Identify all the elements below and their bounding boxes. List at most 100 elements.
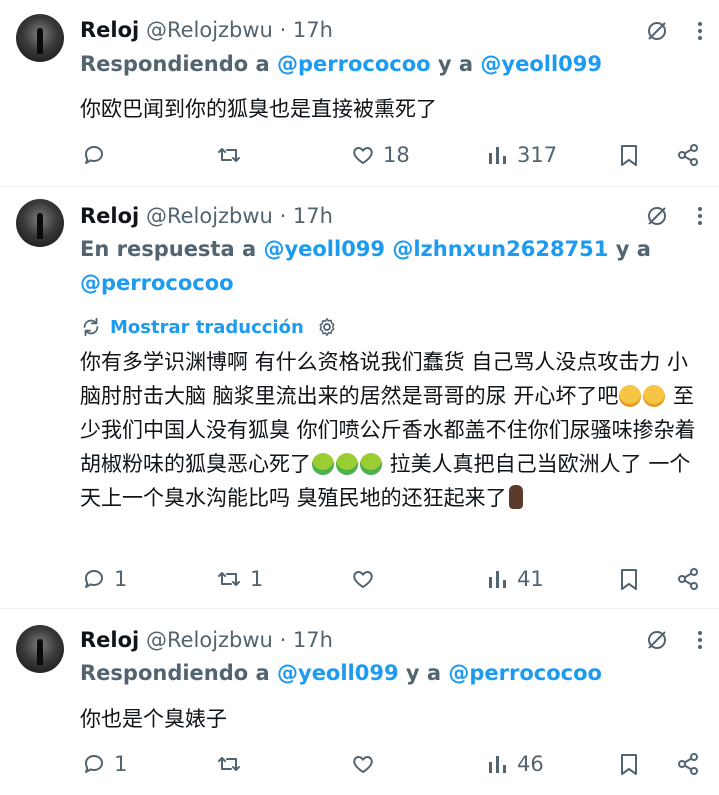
tweet-header: Reloj @Relojzbwu · 17h [80,202,333,230]
reply-icon [85,146,103,164]
tweet-header: Reloj @Relojzbwu · 17h [80,16,333,44]
replying-to-label: Respondiendo a [80,661,277,685]
grok-icon[interactable] [645,19,669,47]
mention-link[interactable]: @perrococoo [448,661,602,685]
reply-count: 1 [114,567,128,591]
grok-icon[interactable] [645,628,669,656]
more-options-icon[interactable] [697,629,703,655]
analytics-icon [489,147,506,164]
tweet-text: 你欧巴闻到你的狐臭也是直接被熏死了 [80,97,437,121]
vomit-emoji-icon [336,453,358,475]
bookmark-icon [621,569,637,590]
mention-link[interactable]: @yeoll099 [277,661,399,685]
bookmark-button[interactable] [619,749,639,779]
share-button[interactable] [676,749,700,779]
mention-link[interactable]: @yeoll099 [480,52,602,76]
replying-to: Respondiendo a @perrococoo y a @yeoll099 [80,47,602,81]
action-bar: 1 1 41 [80,564,702,594]
analytics-icon [489,756,506,773]
mention-link[interactable]: @lzhnxun2628751 [392,237,608,261]
views-button[interactable]: 41 [487,564,544,594]
bookmark-icon [621,754,637,775]
tweet-text-part: 你有多学识渊博啊 有什么资格说我们蠢货 自己骂人没点攻击力 小脑肘肘击大脑 脑浆… [80,350,689,408]
replying-to-conjunction: y a [430,52,481,76]
bookmark-icon [621,145,637,166]
action-bar: 18 317 [80,140,702,170]
tweet-text: 你也是个臭婊子 [80,707,227,731]
tweet-top-icons [645,203,703,233]
analytics-icon [489,571,506,588]
share-icon [678,753,698,775]
display-name[interactable]: Reloj [80,628,139,652]
reply-icon [85,755,103,773]
share-button[interactable] [676,564,700,594]
replying-to-label: En respuesta a [80,237,264,261]
replying-to-label: Respondiendo a [80,52,277,76]
user-handle[interactable]: @Relojzbwu [146,628,273,652]
bookmark-button[interactable] [619,140,639,170]
reply-button[interactable]: 1 [82,749,127,779]
like-button[interactable] [351,564,383,594]
views-button[interactable]: 317 [487,140,557,170]
replying-to: En respuesta a @yeoll099 @lzhnxun2628751… [80,232,700,300]
tweet-text: 你有多学识渊博啊 有什么资格说我们蠢货 自己骂人没点攻击力 小脑肘肘击大脑 脑浆… [80,345,702,515]
retweet-icon [218,148,240,162]
mention-link[interactable]: @yeoll099 [263,237,385,261]
share-button[interactable] [676,140,700,170]
like-count: 18 [383,143,410,167]
replying-to-conjunction: y a [608,237,651,261]
translate-label: Mostrar traducción [110,316,304,338]
views-button[interactable]: 46 [487,749,544,779]
reply-icon [85,570,103,588]
replying-to: Respondiendo a @yeoll099 y a @perrococoo [80,656,602,690]
tweet[interactable]: Reloj @Relojzbwu · 17h Respondiendo a @p… [0,0,719,186]
reply-button[interactable]: 1 [82,564,127,594]
timestamp[interactable]: · 17h [280,18,333,42]
vomit-emoji-icon [312,453,334,475]
retweet-icon [218,572,240,586]
retweet-button[interactable]: 1 [216,564,263,594]
like-button[interactable] [351,749,383,779]
heart-icon [353,756,373,773]
avatar[interactable] [16,625,64,673]
share-icon [678,568,698,590]
heart-icon [353,147,373,164]
view-count: 46 [517,752,544,776]
like-button[interactable]: 18 [351,140,410,170]
vomit-emoji-icon [360,453,382,475]
grok-icon[interactable] [645,204,669,232]
timestamp[interactable]: · 17h [280,628,333,652]
retweet-button[interactable] [216,140,250,170]
rofl-emoji-icon [619,385,642,407]
reply-button[interactable] [82,140,114,170]
display-name[interactable]: Reloj [80,204,139,228]
bookmark-button[interactable] [619,564,639,594]
more-options-icon[interactable] [697,205,703,231]
translate-icon [83,317,99,337]
avatar[interactable] [16,199,64,247]
display-name[interactable]: Reloj [80,18,139,42]
retweet-count: 1 [250,567,264,591]
avatar[interactable] [16,14,64,62]
heart-icon [353,571,373,588]
reply-count: 1 [114,752,128,776]
tweet[interactable]: Reloj @Relojzbwu · 17h Respondiendo a @y… [0,609,719,795]
retweet-icon [218,757,240,771]
share-icon [678,144,698,166]
tweet-header: Reloj @Relojzbwu · 17h [80,626,333,654]
replying-to-conjunction: y a [398,661,449,685]
user-handle[interactable]: @Relojzbwu [146,18,273,42]
tweet-top-icons [645,18,703,48]
more-options-icon[interactable] [697,20,703,46]
view-count: 317 [517,143,558,167]
middle-finger-emoji-icon [508,485,523,509]
retweet-button[interactable] [216,749,250,779]
tweet-top-icons [645,627,703,657]
timestamp[interactable]: · 17h [280,204,333,228]
mention-link[interactable]: @perrococoo [80,271,234,295]
gear-icon[interactable] [316,316,338,338]
tweet[interactable]: Reloj @Relojzbwu · 17h En respuesta a @y… [0,187,719,607]
translate-link[interactable]: Mostrar traducción [80,312,338,342]
mention-link[interactable]: @perrococoo [277,52,431,76]
user-handle[interactable]: @Relojzbwu [146,204,273,228]
